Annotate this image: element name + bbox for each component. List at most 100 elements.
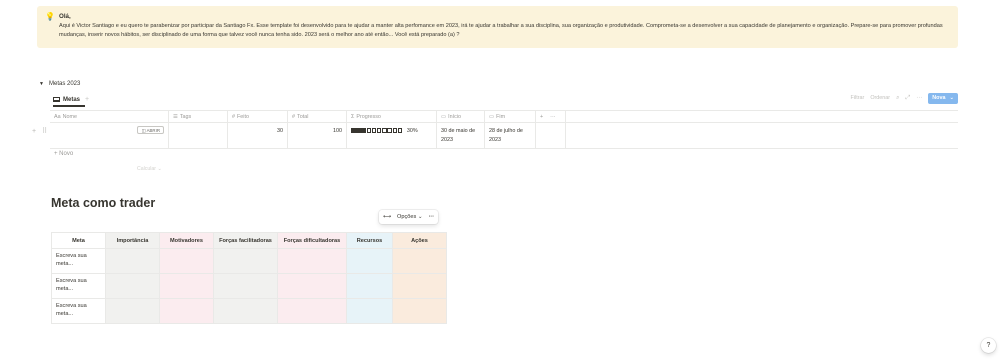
tab-metas[interactable]: Metas + bbox=[53, 94, 89, 105]
column-header-feito[interactable]: # Feito bbox=[228, 111, 288, 122]
callout-title: Olá, bbox=[59, 13, 71, 20]
more-options-icon[interactable]: ··· bbox=[429, 214, 435, 220]
header-filler bbox=[566, 111, 958, 122]
cell-meta[interactable]: Escreva sua meta... bbox=[51, 248, 106, 274]
cell-importancia[interactable] bbox=[105, 273, 160, 299]
cell-forcas-facilitadoras[interactable] bbox=[213, 298, 278, 324]
column-label: Tags bbox=[179, 113, 192, 120]
cell-recursos[interactable] bbox=[346, 273, 393, 299]
options-label: Opções bbox=[397, 214, 417, 220]
column-header-inicio[interactable]: ▭ Início bbox=[437, 111, 485, 122]
progress-box-empty bbox=[392, 128, 397, 133]
cell-importancia[interactable] bbox=[105, 248, 160, 274]
column-label: Fim bbox=[496, 113, 506, 120]
open-page-button[interactable]: ◫ ABRIR bbox=[137, 126, 164, 134]
database-view-bar: Metas + Filtrar Ordenar ⌕ ⤢ ··· Nova ⌄ bbox=[50, 92, 958, 107]
open-page-label: ABRIR bbox=[146, 128, 160, 133]
help-button[interactable]: ? bbox=[981, 338, 996, 353]
add-view-icon[interactable]: + bbox=[85, 96, 89, 103]
header-forcas-facilitadoras[interactable]: Forças facilitadoras bbox=[213, 232, 278, 249]
cell-forcas-dificultadoras[interactable] bbox=[277, 248, 347, 274]
cell-total[interactable]: 100 bbox=[288, 123, 347, 148]
progress-box-empty bbox=[371, 128, 377, 133]
table-header-row: Aa Nome ☰ Tags # Feito # Total Σ Progresso ▭ I… bbox=[50, 110, 958, 122]
progress-box-empty bbox=[397, 128, 403, 133]
plus-icon[interactable]: + bbox=[540, 114, 543, 120]
cell-recursos[interactable] bbox=[346, 248, 393, 274]
column-header-progresso[interactable]: Σ Progresso bbox=[347, 111, 437, 122]
calendar-icon: ▭ bbox=[441, 113, 447, 120]
sort-button[interactable]: Ordenar bbox=[870, 95, 890, 101]
column-header-nome[interactable]: Aa Nome bbox=[50, 111, 169, 122]
more-options-icon[interactable]: ··· bbox=[916, 95, 922, 101]
formula-icon: Σ bbox=[351, 113, 355, 120]
column-header-tags[interactable]: ☰ Tags bbox=[169, 111, 228, 122]
header-meta[interactable]: Meta bbox=[51, 232, 106, 249]
progress-box-filled bbox=[351, 128, 356, 133]
cell-fim[interactable]: 28 de julho de 2023 bbox=[485, 123, 536, 148]
cell-inicio[interactable]: 30 de maio de 2023 bbox=[437, 123, 485, 148]
chevron-down-icon[interactable]: ⌄ bbox=[949, 95, 954, 101]
column-label: Progresso bbox=[356, 113, 381, 120]
cell-tags[interactable] bbox=[169, 123, 228, 148]
options-dropdown[interactable]: Opções ⌄ bbox=[397, 214, 423, 220]
lightbulb-icon: 💡 bbox=[45, 12, 55, 21]
header-importancia[interactable]: Importância bbox=[105, 232, 160, 249]
header-recursos[interactable]: Recursos bbox=[346, 232, 393, 249]
progress-box-filled bbox=[361, 128, 366, 133]
table-icon bbox=[53, 97, 60, 102]
cell-acoes[interactable] bbox=[392, 273, 447, 299]
column-label: Total bbox=[297, 113, 309, 120]
cell-forcas-facilitadoras[interactable] bbox=[213, 273, 278, 299]
list-icon: ☰ bbox=[173, 113, 178, 120]
cell-forcas-dificultadoras[interactable] bbox=[277, 273, 347, 299]
callout-block: 💡 Olá, Aqui é Victor Santiago e eu quero… bbox=[37, 6, 958, 48]
table-options-toolbar: ⟷ Opções ⌄ ··· bbox=[379, 210, 439, 224]
cell-progresso[interactable]: 30% bbox=[347, 123, 437, 148]
expand-icon[interactable]: ⤢ bbox=[905, 95, 910, 102]
section-heading: Meta como trader bbox=[51, 196, 156, 210]
new-button[interactable]: Nova ⌄ bbox=[928, 92, 958, 104]
more-options-icon[interactable]: ··· bbox=[550, 114, 555, 120]
cell-meta[interactable]: Escreva sua meta... bbox=[51, 273, 106, 299]
table-row: Escreva sua meta... bbox=[51, 298, 447, 324]
number-icon: # bbox=[232, 113, 235, 120]
header-motivadores[interactable]: Motivadores bbox=[159, 232, 214, 249]
cell-motivadores[interactable] bbox=[159, 273, 214, 299]
number-icon: # bbox=[292, 113, 295, 120]
cell-forcas-dificultadoras[interactable] bbox=[277, 298, 347, 324]
cell-forcas-facilitadoras[interactable] bbox=[213, 248, 278, 274]
column-header-fim[interactable]: ▭ Fim bbox=[485, 111, 536, 122]
caret-down-icon[interactable]: ▼ bbox=[39, 81, 49, 87]
row-add-drag-handle[interactable]: + ⠿ bbox=[32, 127, 49, 135]
header-forcas-dificultadoras[interactable]: Forças dificultadoras bbox=[277, 232, 347, 249]
database-toggle[interactable]: ▼ Metas 2023 bbox=[39, 79, 80, 89]
progress-text: 30% bbox=[406, 128, 418, 134]
cell-recursos[interactable] bbox=[346, 298, 393, 324]
column-header-total[interactable]: # Total bbox=[288, 111, 347, 122]
cell-meta[interactable]: Escreva sua meta... bbox=[51, 298, 106, 324]
database-name[interactable]: Metas 2023 bbox=[49, 81, 80, 87]
progress-bar bbox=[351, 127, 403, 136]
progress-box-empty bbox=[366, 128, 372, 133]
cell-importancia[interactable] bbox=[105, 298, 160, 324]
table-row: Escreva sua meta... bbox=[51, 248, 447, 274]
trader-header-row: Meta Importância Motivadores Forças faci… bbox=[51, 232, 447, 249]
cell-acoes[interactable] bbox=[392, 248, 447, 274]
calendar-icon: ▭ bbox=[489, 113, 495, 120]
table-row[interactable]: + ⠿ ◫ ABRIR 30 100 30% 30 de maio de 202… bbox=[32, 122, 958, 149]
cell-motivadores[interactable] bbox=[159, 298, 214, 324]
cell-motivadores[interactable] bbox=[159, 248, 214, 274]
new-row-button[interactable]: + Novo bbox=[54, 151, 73, 157]
cell-nome[interactable]: ◫ ABRIR bbox=[50, 123, 169, 148]
calculate-button[interactable]: Calcular ⌄ bbox=[137, 166, 162, 172]
table-row: Escreva sua meta... bbox=[51, 273, 447, 299]
cell-feito[interactable]: 30 bbox=[228, 123, 288, 148]
cell-acoes[interactable] bbox=[392, 298, 447, 324]
header-acoes[interactable]: Ações bbox=[392, 232, 447, 249]
metas-table: Aa Nome ☰ Tags # Feito # Total Σ Progresso ▭ I… bbox=[32, 110, 958, 149]
search-icon[interactable]: ⌕ bbox=[896, 95, 899, 102]
add-column-button[interactable]: + ··· bbox=[536, 111, 566, 122]
full-width-icon[interactable]: ⟷ bbox=[383, 214, 391, 220]
filter-button[interactable]: Filtrar bbox=[851, 95, 865, 101]
